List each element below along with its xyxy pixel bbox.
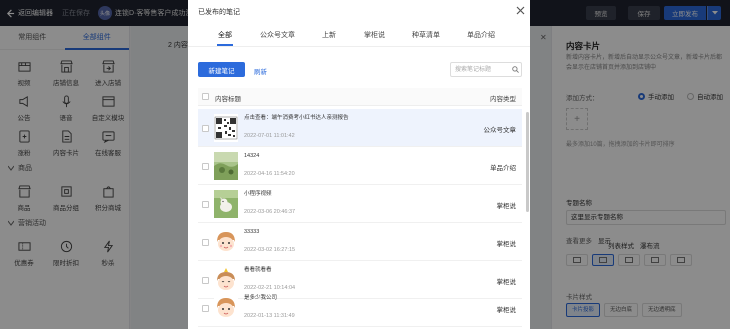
row-type: 掌柜说 <box>496 307 517 314</box>
row-type: 掌柜说 <box>496 279 517 286</box>
row-date: 2022-03-02 16:27:15 <box>244 247 296 253</box>
cartoon-girl-thumbnail <box>214 228 238 256</box>
tab-new-arrivals[interactable]: 上新 <box>322 30 336 40</box>
row-title: 看看就看看 <box>244 267 272 273</box>
row-date: 2022-01-13 11:31:49 <box>244 313 295 319</box>
row-date: 2022-03-06 20:46:37 <box>244 209 296 215</box>
row-type: 单品介绍 <box>490 165 516 172</box>
tab-product-intro[interactable]: 单品介绍 <box>467 30 495 40</box>
row-thumbnail <box>214 294 238 322</box>
column-header-title: 内容标题 <box>215 96 241 103</box>
row-checkbox[interactable] <box>202 305 209 312</box>
published-notes-dialog: 已发布的笔记 全部 公众号文章 上新 掌柜说 种草清单 单品介绍 新建笔记 刷新… <box>188 0 530 329</box>
note-type-tabs: 全部 公众号文章 上新 掌柜说 种草清单 单品介绍 <box>188 27 530 47</box>
search-box <box>450 62 522 77</box>
table-row[interactable]: 是多少我公司 2022-01-13 11:31:49 掌柜说 <box>198 289 522 327</box>
row-thumbnail <box>214 114 238 142</box>
cartoon-girl-thumbnail <box>214 294 238 322</box>
table-row[interactable]: 点击查看：端午消费考小红书达人亲测报告 2022-07-01 11:01:42 … <box>198 109 522 147</box>
search-icon[interactable] <box>512 66 519 73</box>
row-checkbox[interactable] <box>202 125 209 132</box>
table-row[interactable]: 小程序视频 2022-03-06 20:46:37 掌柜说 <box>198 185 522 223</box>
column-header-type: 内容类型 <box>490 96 516 103</box>
qr-code-thumbnail <box>214 114 238 142</box>
dog-photo-thumbnail <box>214 190 238 218</box>
row-type: 掌柜说 <box>496 241 517 248</box>
table-row[interactable]: 33333 2022-03-02 16:27:15 掌柜说 <box>198 223 522 261</box>
dialog-scrollbar[interactable] <box>526 112 529 212</box>
landscape-thumbnail <box>214 152 238 180</box>
table-row[interactable]: 14324 2022-04-16 11:54:20 单品介绍 <box>198 147 522 185</box>
row-title: 小程序视频 <box>244 191 272 197</box>
row-date: 2022-04-16 11:54:20 <box>244 171 295 177</box>
search-input[interactable] <box>455 65 509 75</box>
dialog-title: 已发布的笔记 <box>198 9 240 16</box>
tab-recommend-list[interactable]: 种草清单 <box>412 30 440 40</box>
row-checkbox[interactable] <box>202 277 209 284</box>
row-thumbnail <box>214 190 238 218</box>
close-icon[interactable] <box>516 6 525 15</box>
row-title: 是多少我公司 <box>244 295 278 301</box>
row-date: 2022-07-01 11:01:42 <box>244 133 295 139</box>
new-note-button[interactable]: 新建笔记 <box>198 62 245 77</box>
refresh-link[interactable]: 刷新 <box>254 66 267 76</box>
row-thumbnail <box>214 152 238 180</box>
row-title: 点击查看：端午消费考小红书达人亲测报告 <box>244 115 349 121</box>
row-checkbox[interactable] <box>202 201 209 208</box>
row-type: 公众号文章 <box>483 127 517 134</box>
row-checkbox[interactable] <box>202 163 209 170</box>
row-title: 14324 <box>244 153 260 159</box>
row-thumbnail <box>214 228 238 256</box>
tab-all[interactable]: 全部 <box>218 30 232 40</box>
tab-shopkeeper-says[interactable]: 掌柜说 <box>364 30 385 40</box>
table-header: 内容标题 内容类型 <box>198 88 522 106</box>
row-checkbox[interactable] <box>202 239 209 246</box>
row-type: 掌柜说 <box>496 203 517 210</box>
active-tab-indicator <box>217 44 233 46</box>
select-all-checkbox[interactable] <box>202 93 209 100</box>
row-title: 33333 <box>244 229 260 235</box>
tab-wechat-article[interactable]: 公众号文章 <box>260 30 295 40</box>
